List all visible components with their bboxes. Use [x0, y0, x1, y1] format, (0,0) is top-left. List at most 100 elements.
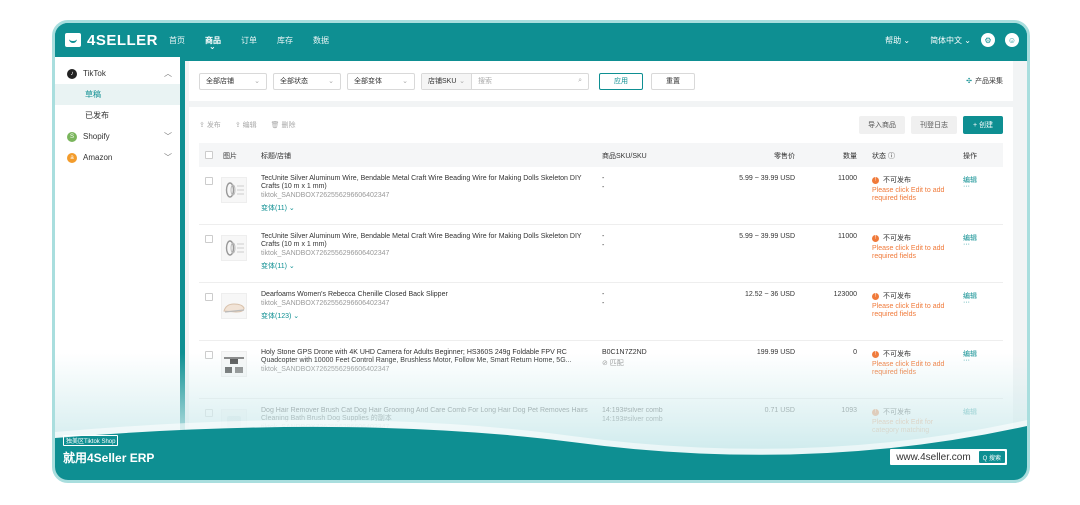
search-type-select[interactable]: 店铺SKU ⌄	[422, 73, 472, 89]
import-button[interactable]: 导入商品	[858, 116, 905, 134]
product-title[interactable]: Dog Hair Remover Brush Cat Dog Hair Groo…	[261, 407, 591, 423]
more-icon[interactable]: ···	[963, 183, 970, 190]
nav-orders[interactable]: 订单	[241, 35, 257, 46]
col-status: 状态 ⓘ	[872, 153, 895, 160]
promo-title: 就用4Seller ERP	[63, 451, 155, 465]
col-price: 零售价	[774, 153, 795, 160]
quantity: 1093	[841, 407, 857, 414]
more-icon[interactable]: ···	[963, 299, 970, 306]
language-menu[interactable]: 简体中文 ⌄	[930, 35, 971, 46]
nav-home[interactable]: 首页	[169, 35, 185, 46]
quantity: 11000	[838, 233, 857, 240]
edit-label: 编辑	[242, 122, 257, 129]
sidebar-group-shopify[interactable]: S Shopify ﹀	[55, 126, 180, 147]
status-select[interactable]: 全部状态 ⌄	[273, 72, 341, 90]
store-select[interactable]: 全部店铺 ⌄	[199, 72, 267, 90]
row-checkbox[interactable]	[205, 235, 213, 243]
status-select-value: 全部状态	[280, 78, 308, 85]
table-row: TecUnite Silver Aluminum Wire, Bendable …	[199, 167, 1003, 225]
publish-label: 发布	[206, 122, 221, 129]
product-thumbnail	[221, 177, 247, 203]
sku: -	[602, 184, 605, 191]
bag-icon	[65, 33, 81, 47]
sku: -	[602, 300, 605, 307]
sidebar-group-label: TikTok	[83, 69, 106, 78]
select-all-checkbox[interactable]	[205, 151, 213, 159]
row-checkbox[interactable]	[205, 409, 213, 417]
status-error: Please click Edit to add required fields	[872, 245, 945, 260]
product-collect-link[interactable]: ✣ 产品采集	[966, 76, 1003, 86]
brand-logo[interactable]: 4SELLER	[65, 32, 169, 49]
brand-name: 4SELLER	[87, 31, 159, 49]
promo-search-box[interactable]: www.4seller.com Q 搜索	[890, 449, 1007, 465]
variant-toggle[interactable]: 变体(11) ⌄	[261, 203, 295, 213]
product-shop: tiktok_SANDBOX7262556296606402347	[261, 424, 390, 431]
nav-right: 帮助 ⌄ 简体中文 ⌄ ⚙ ☺	[865, 33, 1027, 47]
search-group: 店铺SKU ⌄ 搜索 ⌕	[421, 72, 589, 90]
amazon-icon: a	[67, 152, 77, 163]
edit-link[interactable]: 编辑	[963, 407, 977, 417]
variant-toggle[interactable]: 变体(123) ⌄	[261, 311, 299, 321]
sidebar-item-published[interactable]: 已发布	[55, 105, 180, 126]
edit-icon: ⇪	[234, 122, 243, 129]
settings-icon[interactable]: ⚙	[981, 33, 995, 47]
action-right: 导入商品 刊登日志 + 创建	[853, 116, 1003, 134]
filter-bar: 全部店铺 ⌄ 全部状态 ⌄ 全部变体 ⌄ 店铺SKU ⌄ 搜索 ⌕ 应用 重置 ✣ 产品采…	[189, 61, 1013, 101]
promo-search-button[interactable]: Q 搜索	[978, 451, 1005, 463]
match-link[interactable]: ⊘ 匹配	[602, 358, 624, 368]
variant-toggle[interactable]: 变体(11) ⌄	[261, 261, 295, 271]
product-title[interactable]: Holy Stone GPS Drone with 4K UHD Camera …	[261, 349, 591, 365]
reset-button[interactable]: 重置	[651, 72, 695, 90]
product-sku: 14:193#silver comb	[602, 407, 663, 414]
product-title[interactable]: Dearfoams Women's Rebecca Chenille Close…	[261, 291, 591, 299]
search-input[interactable]: 搜索 ⌕	[472, 76, 588, 86]
sidebar-group-tiktok[interactable]: ♪ TikTok ︿	[55, 63, 180, 84]
slipper-image	[223, 303, 245, 313]
product-shop: tiktok_SANDBOX7262556296606402347	[261, 250, 390, 257]
row-checkbox[interactable]	[205, 351, 213, 359]
sidebar-group-amazon[interactable]: a Amazon ﹀	[55, 147, 180, 168]
bulk-edit-button[interactable]: ⇪ 编辑	[235, 120, 257, 130]
apply-button[interactable]: 应用	[599, 72, 643, 90]
variant-select[interactable]: 全部变体 ⌄	[347, 72, 415, 90]
action-bar: ⇪ 发布 ⇪ 编辑 🗑 删除 导入商品 刊登日志 + 创建	[189, 107, 1013, 143]
sparkle-icon: ✣	[966, 78, 972, 85]
status-error: Please click Edit to add required fields	[872, 361, 945, 376]
delete-button[interactable]: 🗑 删除	[271, 120, 296, 130]
status-badge: ! 不可发布	[872, 407, 911, 417]
col-ops: 操作	[963, 153, 977, 160]
nav-inventory[interactable]: 库存	[277, 35, 293, 46]
more-icon[interactable]: ···	[963, 357, 970, 364]
delete-label: 删除	[281, 122, 296, 129]
help-menu[interactable]: 帮助 ⌄	[885, 35, 910, 46]
search-type-value: 店铺SKU	[428, 78, 457, 85]
status-badge: ! 不可发布	[872, 233, 911, 243]
tiktok-icon: ♪	[67, 68, 77, 79]
sidebar: ♪ TikTok ︿ 草稿 已发布 S Shopify ﹀ a Amazon ﹀	[55, 57, 180, 480]
nav-data[interactable]: 数据	[313, 35, 329, 46]
alert-icon: !	[872, 292, 879, 300]
price: 5.99 ~ 39.99 USD	[739, 233, 795, 240]
status-error: Please click Edit to add required fields	[872, 303, 945, 318]
product-title[interactable]: TecUnite Silver Aluminum Wire, Bendable …	[261, 175, 591, 191]
status-badge: ! 不可发布	[872, 349, 911, 359]
alert-icon: !	[872, 234, 879, 242]
publish-button[interactable]: ⇪ 发布	[199, 120, 221, 130]
chevron-down-icon: ⌄	[328, 78, 334, 85]
create-button[interactable]: + 创建	[962, 116, 1003, 134]
sidebar-item-drafts[interactable]: 草稿	[55, 84, 180, 105]
row-checkbox[interactable]	[205, 293, 213, 301]
table-row: Dearfoams Women's Rebecca Chenille Close…	[199, 283, 1003, 341]
sidebar-group-label: Shopify	[83, 132, 110, 141]
listing-log-button[interactable]: 刊登日志	[910, 116, 957, 134]
more-icon[interactable]: ···	[963, 241, 970, 248]
nav-products[interactable]: 商品	[205, 35, 221, 51]
quantity: 123000	[833, 291, 857, 298]
product-title[interactable]: TecUnite Silver Aluminum Wire, Bendable …	[261, 233, 591, 249]
product-thumbnail	[221, 409, 247, 435]
table-row: Dog Hair Remover Brush Cat Dog Hair Groo…	[199, 399, 1003, 457]
avatar[interactable]: ☺	[1005, 33, 1019, 47]
chevron-down-icon: ⌄	[254, 78, 260, 85]
row-checkbox[interactable]	[205, 177, 213, 185]
price: 12.52 ~ 36 USD	[744, 291, 795, 298]
